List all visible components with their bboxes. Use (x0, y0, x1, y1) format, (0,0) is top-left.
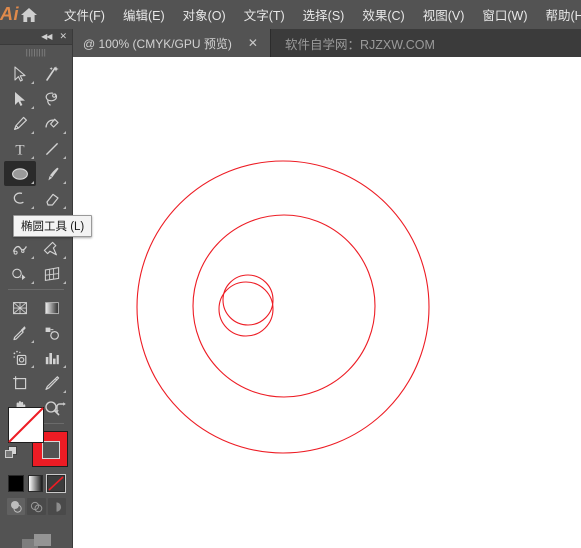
home-icon[interactable] (19, 0, 39, 29)
eyedropper-tool[interactable] (4, 320, 36, 345)
default-fill-stroke-icon[interactable] (4, 445, 19, 465)
ellipse-small-lower[interactable] (218, 281, 274, 337)
shaper-tool[interactable] (4, 186, 36, 211)
symbol-sprayer-tool[interactable] (4, 345, 36, 370)
swap-fill-stroke-icon[interactable] (53, 401, 69, 422)
tools-panel-header: ◀◀ ✕ (0, 29, 72, 45)
menu-edit[interactable]: 编辑(E) (114, 0, 174, 29)
menu-object[interactable]: 对象(O) (174, 0, 235, 29)
color-mode-none[interactable] (46, 474, 66, 493)
document-tab-label: @ 100% (CMYK/GPU 预览) (83, 36, 232, 51)
color-controls (0, 399, 73, 548)
tool-grid-top: T (0, 59, 72, 286)
color-mode-color[interactable] (8, 475, 24, 492)
paintbrush-tool[interactable] (36, 161, 68, 186)
pen-tool[interactable] (4, 111, 36, 136)
type-tool[interactable]: T (4, 136, 36, 161)
tool-group-divider (8, 289, 64, 290)
shape-builder-tool[interactable] (4, 261, 36, 286)
collapse-icon[interactable]: ◀◀ (41, 32, 52, 41)
grip-dots-icon: |||||||| (25, 47, 47, 57)
menu-item-list: 文件(F) 编辑(E) 对象(O) 文字(T) 选择(S) 效果(C) 视图(V… (55, 0, 581, 29)
menu-help[interactable]: 帮助(H) (537, 0, 581, 29)
fill-swatch[interactable] (8, 407, 44, 443)
artwork-svg (136, 160, 430, 454)
draw-normal-mode[interactable] (7, 498, 26, 515)
mesh-tool[interactable] (4, 295, 36, 320)
menu-window[interactable]: 窗口(W) (473, 0, 536, 29)
tool-tooltip: 椭圆工具 (L) (13, 215, 93, 237)
draw-inside-mode[interactable] (47, 498, 66, 515)
menu-view[interactable]: 视图(V) (414, 0, 474, 29)
fill-stroke-control (0, 399, 73, 471)
draw-behind-mode[interactable] (27, 498, 46, 515)
line-segment-tool[interactable] (36, 136, 68, 161)
document-tab[interactable]: @ 100% (CMYK/GPU 预览) ✕ (73, 29, 271, 57)
width-tool[interactable] (4, 236, 36, 261)
gradient-tool[interactable] (36, 295, 68, 320)
tools-panel: ◀◀ ✕ |||||||| T 椭圆工具 (L) (0, 29, 93, 548)
screen-mode-row (0, 515, 73, 548)
ellipse-outer[interactable] (136, 160, 430, 454)
document-tab-bar: @ 100% (CMYK/GPU 预览) ✕ 软件自学网：RJZXW.COM (0, 29, 581, 57)
artboard-canvas[interactable] (73, 57, 581, 548)
illustrator-window: Ai 文件(F) 编辑(E) 对象(O) 文字(T) 选择(S) 效果(C) 视… (0, 0, 581, 548)
panel-drag-handle[interactable]: |||||||| (0, 45, 72, 59)
eraser-tool[interactable] (36, 186, 68, 211)
color-mode-row (0, 471, 73, 493)
slice-tool[interactable] (36, 370, 68, 395)
menu-effect[interactable]: 效果(C) (353, 0, 413, 29)
direct-selection-tool[interactable] (4, 86, 36, 111)
menu-file[interactable]: 文件(F) (55, 0, 114, 29)
menu-bar: Ai 文件(F) 编辑(E) 对象(O) 文字(T) 选择(S) 效果(C) 视… (0, 0, 581, 29)
free-transform-tool[interactable] (36, 236, 68, 261)
ellipse-middle[interactable] (192, 214, 376, 398)
artboard-tool[interactable] (4, 370, 36, 395)
ellipse-tool[interactable] (4, 161, 36, 186)
watermark-text: 软件自学网：RJZXW.COM (284, 37, 435, 52)
lasso-tool[interactable] (36, 86, 68, 111)
close-icon[interactable]: ✕ (59, 31, 67, 42)
svg-text:T: T (15, 142, 24, 158)
column-graph-tool[interactable] (36, 345, 68, 370)
color-mode-gradient[interactable] (27, 475, 43, 492)
curvature-tool[interactable] (36, 111, 68, 136)
change-screen-mode[interactable] (20, 531, 54, 548)
draw-mode-row (0, 492, 73, 515)
perspective-grid-tool[interactable] (36, 261, 68, 286)
blend-tool[interactable] (36, 320, 68, 345)
menu-type[interactable]: 文字(T) (235, 0, 294, 29)
ai-logo-icon: Ai (0, 4, 19, 24)
stroke-swatch-hole (42, 441, 60, 459)
close-icon[interactable]: ✕ (244, 35, 262, 51)
selection-tool[interactable] (4, 61, 36, 86)
none-slash-icon (8, 407, 44, 443)
menu-select[interactable]: 选择(S) (294, 0, 354, 29)
magic-wand-tool[interactable] (36, 61, 68, 86)
